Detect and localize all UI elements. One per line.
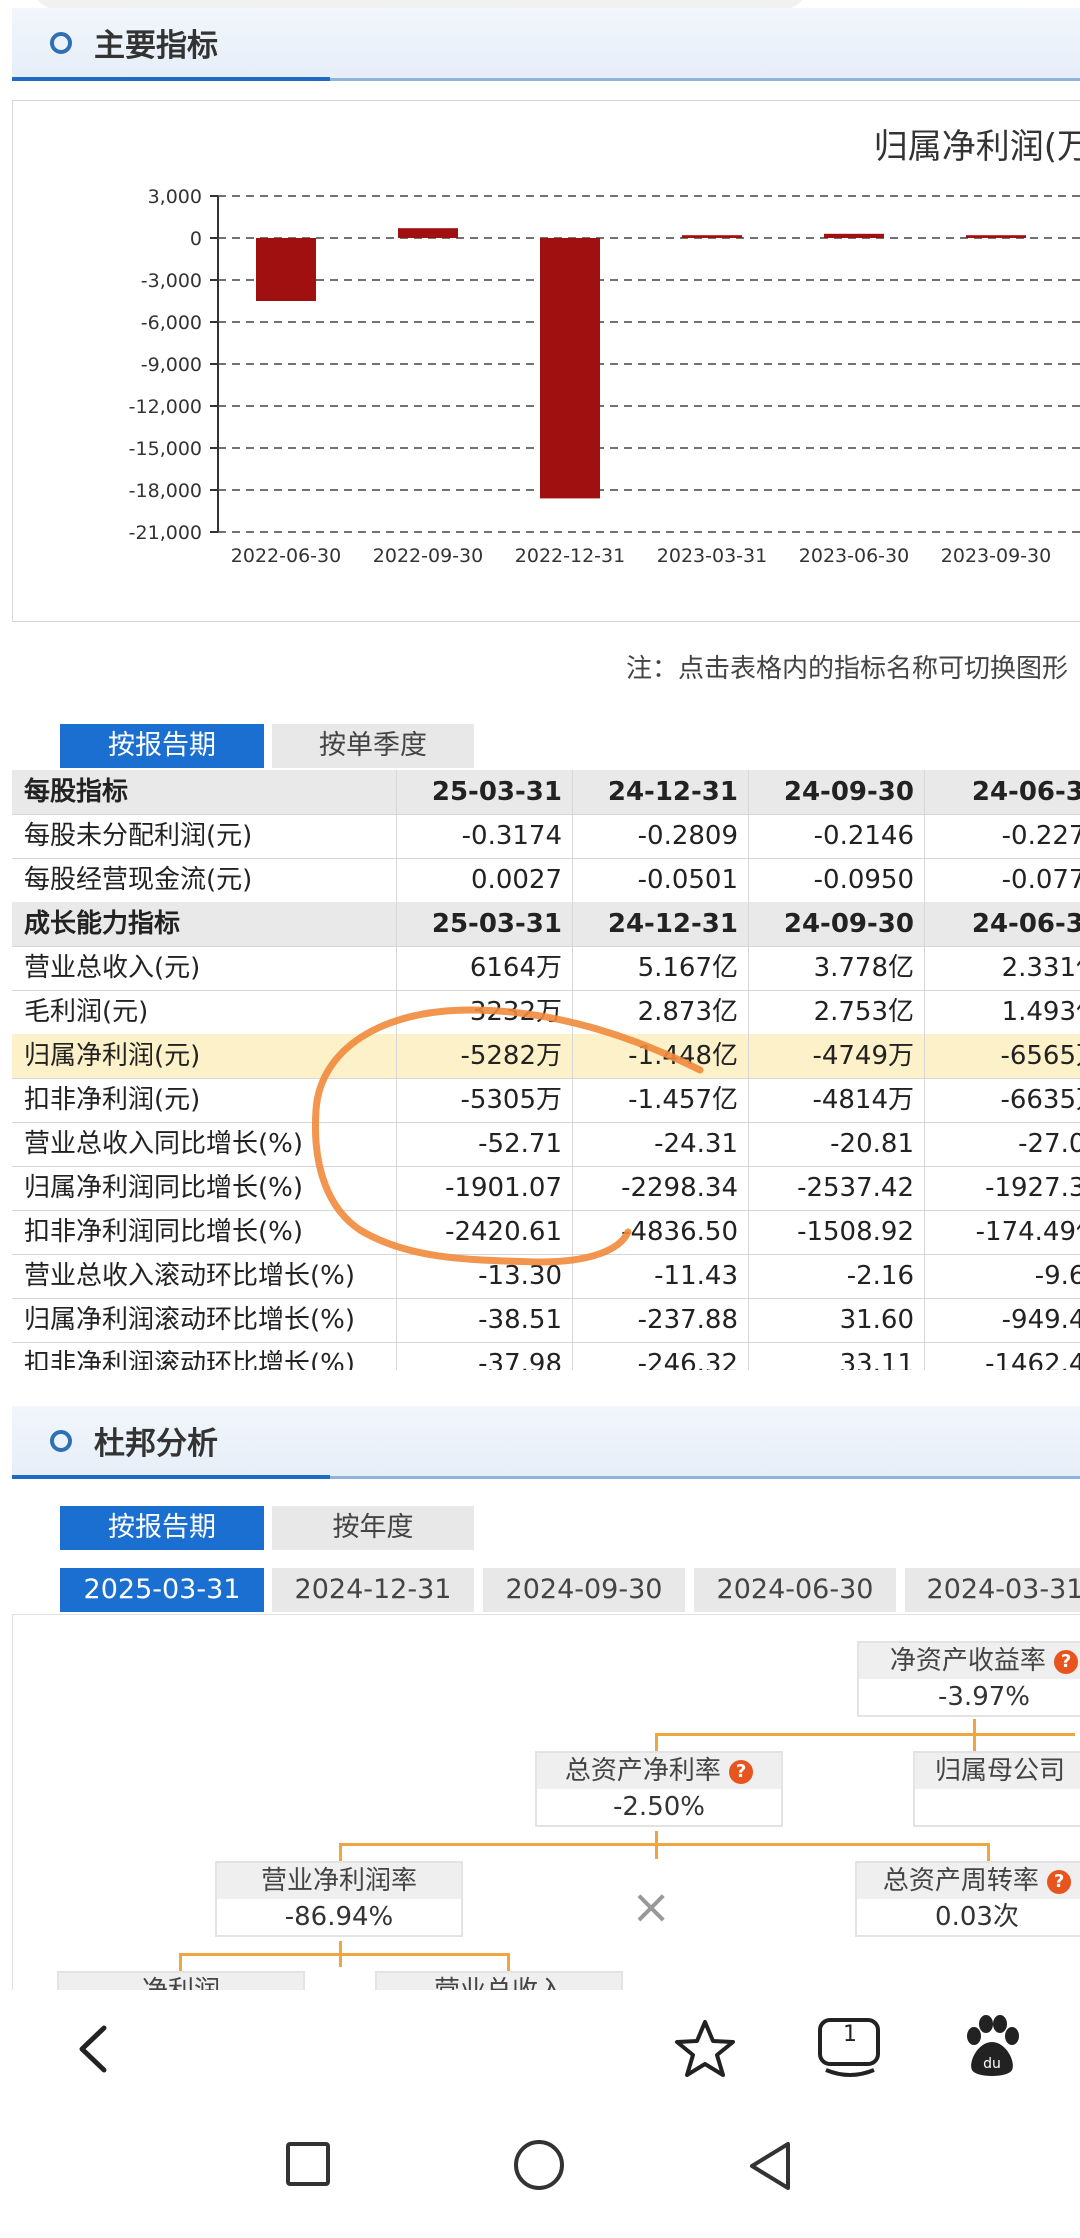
roe-label: 净资产收益率 xyxy=(889,1646,1046,1676)
npm-value: -86.94% xyxy=(284,1902,394,1932)
hand-drawn-circle-annotation xyxy=(311,1006,704,1266)
parent-equity-box[interactable]: 归属母公司 xyxy=(913,1751,1080,1827)
section-header-dupont: 杜邦分析 xyxy=(12,1406,1080,1479)
multiply-icon: × xyxy=(631,1879,672,1935)
home-icon[interactable] xyxy=(514,2140,564,2190)
roa-value: -2.50% xyxy=(613,1792,705,1822)
net-profit-margin-box[interactable]: 营业净利润率 -86.94% xyxy=(215,1861,463,1937)
back-icon[interactable] xyxy=(60,2014,130,2084)
roa-label: 总资产净利率 xyxy=(564,1756,721,1786)
section-title: 杜邦分析 xyxy=(94,1426,218,1462)
revenue-box[interactable]: 营业总收入 xyxy=(375,1971,623,1991)
reader-badge: 1 xyxy=(843,2022,857,2047)
parent-label: 归属母公司 xyxy=(915,1753,1080,1789)
help-icon[interactable]: ? xyxy=(729,1759,754,1784)
parent-value xyxy=(915,1789,1080,1825)
back-triangle-icon[interactable] xyxy=(744,2138,796,2194)
help-icon[interactable]: ? xyxy=(1054,1649,1079,1674)
roe-value: -3.97% xyxy=(938,1682,1030,1712)
date-tab-5[interactable]: 2024-03-31 xyxy=(905,1568,1080,1612)
date-tab-4[interactable]: 2024-06-30 xyxy=(694,1568,896,1612)
help-icon[interactable]: ? xyxy=(1047,1869,1072,1894)
tab-dupont-report-period[interactable]: 按报告期 xyxy=(60,1506,264,1550)
date-tab-3[interactable]: 2024-09-30 xyxy=(483,1568,685,1612)
section-ring-icon xyxy=(50,1430,72,1452)
net-profit-box[interactable]: 净利润 xyxy=(57,1971,305,1991)
date-tab-2[interactable]: 2024-12-31 xyxy=(272,1568,474,1612)
date-tab-1[interactable]: 2025-03-31 xyxy=(60,1568,264,1612)
roe-box[interactable]: 净资产收益率 ? -3.97% xyxy=(857,1641,1080,1717)
svg-text:du: du xyxy=(983,2056,1001,2072)
section-accent-line xyxy=(12,1475,330,1479)
npm-label: 营业净利润率 xyxy=(217,1863,461,1899)
baidu-paw-icon[interactable]: du xyxy=(956,2012,1028,2084)
browser-bottom-bar: 1 du xyxy=(0,1990,1080,2238)
turnover-label: 总资产周转率 xyxy=(882,1866,1039,1896)
dupont-tree-panel: 净资产收益率 ? -3.97% 总资产净利率 ? -2.50% 归属母公司 营业… xyxy=(12,1614,1080,1992)
star-icon[interactable] xyxy=(670,2014,740,2084)
asset-turnover-box[interactable]: 总资产周转率 ? 0.03次 xyxy=(855,1861,1080,1937)
roa-box[interactable]: 总资产净利率 ? -2.50% xyxy=(535,1751,783,1827)
turnover-value: 0.03次 xyxy=(935,1902,1019,1932)
recent-apps-icon[interactable] xyxy=(286,2142,330,2186)
tab-dupont-annual[interactable]: 按年度 xyxy=(272,1506,474,1550)
reader-icon[interactable]: 1 xyxy=(812,2010,888,2086)
